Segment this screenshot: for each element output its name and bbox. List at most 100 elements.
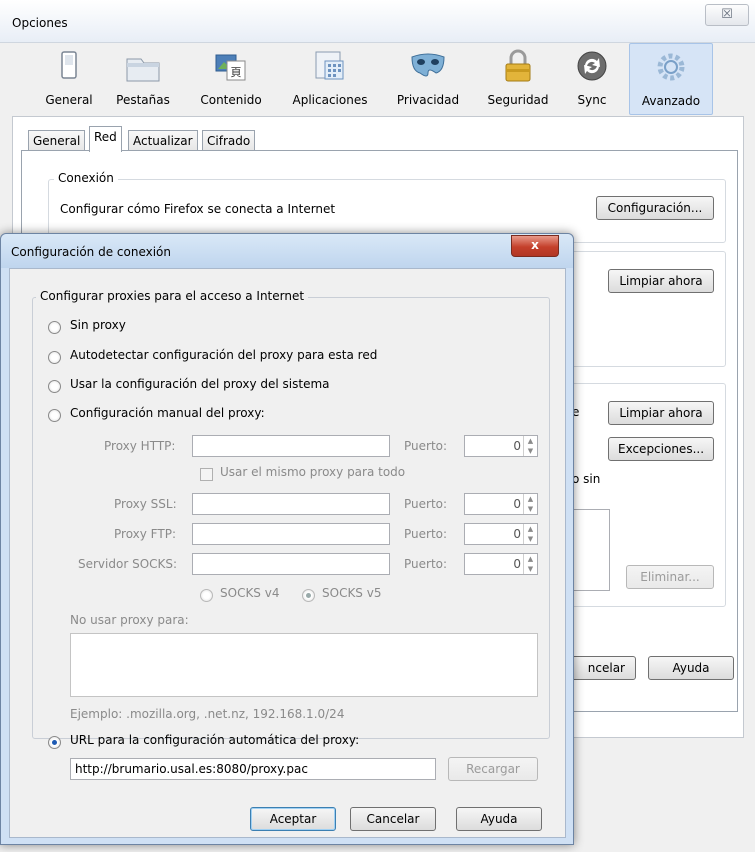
http-port-stepper[interactable]: 0 ▲ ▼ bbox=[464, 435, 538, 457]
auto-detect-label: Autodetectar configuración del proxy par… bbox=[70, 348, 378, 362]
toolbar-applications[interactable]: Aplicaciones bbox=[283, 43, 377, 113]
close-icon[interactable]: x bbox=[511, 235, 559, 257]
subtab-general[interactable]: General bbox=[28, 130, 86, 151]
system-proxy-label: Usar la configuración del proxy del sist… bbox=[70, 377, 330, 391]
chevron-up-icon[interactable]: ▲ bbox=[524, 554, 537, 564]
switch-icon bbox=[61, 51, 77, 79]
remove-button[interactable]: Eliminar... bbox=[626, 565, 714, 589]
fragment-sin: o sin bbox=[572, 472, 601, 486]
chevron-down-icon[interactable]: ▼ bbox=[524, 534, 537, 544]
reload-button[interactable]: Recargar bbox=[448, 757, 538, 781]
no-proxy-radio[interactable] bbox=[48, 321, 61, 334]
toolbar-advanced[interactable]: Avanzado bbox=[629, 43, 713, 115]
manual-proxy-radio[interactable] bbox=[48, 409, 61, 422]
stepper-arrows[interactable]: ▲ ▼ bbox=[523, 554, 537, 574]
accept-button[interactable]: Aceptar bbox=[250, 807, 336, 831]
subtab-update[interactable]: Actualizar bbox=[128, 130, 198, 151]
gear-icon bbox=[657, 53, 685, 81]
lock-icon bbox=[505, 49, 531, 82]
socks-port-stepper[interactable]: 0 ▲ ▼ bbox=[464, 553, 538, 575]
http-port-value: 0 bbox=[513, 439, 521, 453]
close-icon[interactable]: ☒ bbox=[705, 4, 749, 26]
dialog-body: Configurar proxies para el acceso a Inte… bbox=[9, 268, 566, 838]
help-button[interactable]: Ayuda bbox=[456, 807, 542, 831]
ssl-port-value: 0 bbox=[513, 497, 521, 511]
options-title: Opciones bbox=[12, 16, 68, 30]
ftp-port-label: Puerto: bbox=[404, 527, 448, 541]
content-icon: 頁 bbox=[215, 54, 246, 81]
ssl-port-label: Puerto: bbox=[404, 497, 448, 511]
ftp-proxy-input[interactable] bbox=[192, 523, 390, 545]
sync-icon bbox=[577, 51, 607, 81]
ftp-proxy-label: Proxy FTP: bbox=[114, 527, 176, 541]
subtab-encryption[interactable]: Cifrado bbox=[202, 130, 256, 151]
exceptions-button[interactable]: Excepciones... bbox=[608, 437, 714, 461]
svg-text:頁: 頁 bbox=[231, 66, 242, 79]
ssl-port-stepper[interactable]: 0 ▲ ▼ bbox=[464, 493, 538, 515]
system-proxy-radio[interactable] bbox=[48, 380, 61, 393]
manual-proxy-label: Configuración manual del proxy: bbox=[70, 406, 265, 420]
chevron-up-icon[interactable]: ▲ bbox=[524, 494, 537, 504]
chevron-down-icon[interactable]: ▼ bbox=[524, 446, 537, 456]
socks5-radio[interactable] bbox=[302, 589, 315, 602]
auto-url-radio[interactable] bbox=[48, 736, 61, 749]
toolbar-content[interactable]: 頁 Contenido bbox=[192, 43, 270, 113]
options-toolbar: General Pestañas 頁 Contenido Aplicacione… bbox=[0, 43, 755, 115]
same-proxy-label: Usar el mismo proxy para todo bbox=[220, 465, 406, 479]
chevron-up-icon[interactable]: ▲ bbox=[524, 524, 537, 534]
socks-host-input[interactable] bbox=[192, 553, 390, 575]
socks-port-value: 0 bbox=[513, 557, 521, 571]
chevron-up-icon[interactable]: ▲ bbox=[524, 436, 537, 446]
applications-icon bbox=[315, 51, 344, 80]
stepper-arrows[interactable]: ▲ ▼ bbox=[523, 524, 537, 544]
no-proxy-for-textarea[interactable] bbox=[70, 633, 538, 697]
cancel-button[interactable]: Cancelar bbox=[350, 807, 436, 831]
socks-host-label: Servidor SOCKS: bbox=[78, 557, 178, 571]
socks-port-label: Puerto: bbox=[404, 557, 448, 571]
auto-url-label: URL para la configuración automática del… bbox=[70, 733, 360, 747]
stepper-arrows[interactable]: ▲ ▼ bbox=[523, 494, 537, 514]
ssl-proxy-label: Proxy SSL: bbox=[114, 497, 177, 511]
auto-url-input[interactable]: http://brumario.usal.es:8080/proxy.pac bbox=[70, 758, 436, 780]
http-port-label: Puerto: bbox=[404, 439, 448, 453]
dialog-title: Configuración de conexión bbox=[11, 245, 172, 259]
toolbar-label: Avanzado bbox=[641, 94, 701, 108]
connection-legend: Conexión bbox=[54, 171, 118, 185]
ftp-port-stepper[interactable]: 0 ▲ ▼ bbox=[464, 523, 538, 545]
no-proxy-for-label: No usar proxy para: bbox=[70, 613, 189, 627]
tabs-icon bbox=[126, 58, 160, 82]
dialog-titlebar: Configuración de conexión x bbox=[1, 234, 573, 268]
toolbar-tabs[interactable]: Pestañas bbox=[110, 43, 176, 113]
ssl-proxy-input[interactable] bbox=[192, 493, 390, 515]
toolbar-label: Contenido bbox=[200, 93, 262, 107]
http-proxy-input[interactable] bbox=[192, 435, 390, 457]
clear-offline-button[interactable]: Limpiar ahora bbox=[608, 401, 714, 425]
socks4-label: SOCKS v4 bbox=[220, 586, 280, 600]
connection-description: Configurar cómo Firefox se conecta a Int… bbox=[60, 202, 336, 216]
toolbar-privacy[interactable]: Privacidad bbox=[390, 43, 466, 113]
toolbar-general[interactable]: General bbox=[40, 43, 98, 113]
toolbar-label: Aplicaciones bbox=[292, 93, 368, 107]
chevron-down-icon[interactable]: ▼ bbox=[524, 564, 537, 574]
toolbar-label: Pestañas bbox=[116, 93, 170, 107]
no-proxy-example: Ejemplo: .mozilla.org, .net.nz, 192.168.… bbox=[70, 707, 345, 721]
ftp-port-value: 0 bbox=[513, 527, 521, 541]
chevron-down-icon[interactable]: ▼ bbox=[524, 504, 537, 514]
toolbar-sync[interactable]: Sync bbox=[568, 43, 616, 113]
same-proxy-checkbox[interactable] bbox=[200, 468, 213, 481]
main-help-button[interactable]: Ayuda bbox=[648, 656, 734, 680]
stepper-arrows[interactable]: ▲ ▼ bbox=[523, 436, 537, 456]
mask-icon bbox=[411, 53, 445, 77]
http-proxy-label: Proxy HTTP: bbox=[104, 439, 176, 453]
connection-settings-dialog: Configuración de conexión x Configurar p… bbox=[0, 233, 574, 845]
options-titlebar: Opciones ☒ bbox=[0, 0, 755, 43]
subtab-network[interactable]: Red bbox=[89, 126, 122, 152]
auto-detect-radio[interactable] bbox=[48, 351, 61, 364]
toolbar-label: Privacidad bbox=[396, 93, 460, 107]
socks4-radio[interactable] bbox=[200, 589, 213, 602]
connection-settings-button[interactable]: Configuración... bbox=[596, 196, 714, 220]
toolbar-security[interactable]: Seguridad bbox=[480, 43, 556, 113]
toolbar-label: General bbox=[45, 93, 93, 107]
clear-cache-button[interactable]: Limpiar ahora bbox=[608, 269, 714, 293]
proxy-group-legend: Configurar proxies para el acceso a Inte… bbox=[36, 289, 309, 303]
